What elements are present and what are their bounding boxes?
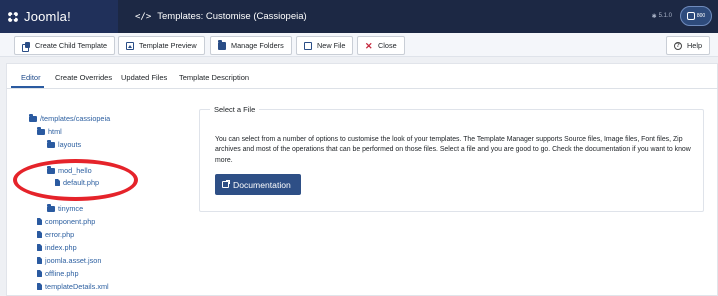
tree-folder-label: html <box>48 127 62 136</box>
folder-icon <box>218 40 226 50</box>
select-file-panel: Select a File You can select from a numb… <box>199 105 704 212</box>
tab-bar: Editor Create Overrides Updated Files Te… <box>7 64 718 89</box>
help-button[interactable]: ? Help <box>666 36 711 55</box>
folder-icon <box>47 140 55 148</box>
file-icon <box>37 218 42 225</box>
tree-folder-html[interactable]: html <box>37 127 62 136</box>
external-link-icon <box>686 12 695 20</box>
tree-file-label: error.php <box>45 230 75 239</box>
file-icon <box>37 283 42 290</box>
page-title-text: Templates: Customise (Cassiopeia) <box>157 11 307 22</box>
code-icon: </> <box>135 11 152 22</box>
close-button[interactable]: ✕ Close <box>357 36 405 55</box>
toolbar: Create Child Template Template Preview M… <box>0 33 718 57</box>
template-preview-button[interactable]: Template Preview <box>118 36 205 55</box>
close-icon: ✕ <box>365 40 373 51</box>
file-icon <box>55 179 60 186</box>
template-editor-card: Editor Create Overrides Updated Files Te… <box>6 63 718 296</box>
manage-folders-button[interactable]: Manage Folders <box>210 36 292 55</box>
file-icon <box>37 244 42 251</box>
new-file-label: New File <box>317 41 346 50</box>
panel-description: You can select from a number of options … <box>215 136 691 164</box>
tree-file-label: index.php <box>45 243 77 252</box>
file-icon <box>304 41 312 50</box>
tree-folder-tinymce[interactable]: tinymce <box>47 204 83 213</box>
tree-file-label: templateDetails.xml <box>45 282 109 291</box>
copy-icon <box>22 41 30 52</box>
tree-folder-label: mod_hello <box>58 166 92 175</box>
tree-folder-label: layouts <box>58 140 82 149</box>
page-title: </> Templates: Customise (Cassiopeia) <box>135 11 307 22</box>
help-icon: ? <box>674 41 682 50</box>
file-icon <box>37 257 42 264</box>
active-tab-indicator <box>11 86 44 88</box>
tree-folder-label: /templates/cassiopeia <box>40 114 111 123</box>
joomla-logo[interactable]: Joomla! <box>0 0 118 33</box>
create-child-label: Create Child Template <box>35 41 108 50</box>
folder-icon <box>29 114 37 122</box>
tree-file-label: component.php <box>45 217 96 226</box>
tree-file-label: offline.php <box>45 269 79 278</box>
version-badge: ✱ 5.1.0 <box>652 13 672 20</box>
tree-file-component-php[interactable]: component.php <box>37 217 95 226</box>
tree-folder-layouts[interactable]: layouts <box>47 140 81 149</box>
joomla-logo-icon <box>8 11 18 22</box>
preview-label: Template Preview <box>139 41 197 50</box>
panel-legend: Select a File <box>210 105 260 114</box>
folder-icon <box>47 166 55 174</box>
tree-folder-root[interactable]: /templates/cassiopeia <box>29 114 110 123</box>
create-child-template-button[interactable]: Create Child Template <box>14 36 116 55</box>
folder-icon <box>47 204 55 212</box>
tab-create-overrides[interactable]: Create Overrides <box>55 73 112 82</box>
tree-folder-mod-hello[interactable]: mod_hello <box>47 166 92 175</box>
documentation-button[interactable]: Documentation <box>215 174 301 195</box>
manage-folders-label: Manage Folders <box>231 41 284 50</box>
help-label: Help <box>687 41 703 50</box>
tree-file-templatedetails-xml[interactable]: templateDetails.xml <box>37 282 109 291</box>
tab-template-description[interactable]: Template Description <box>179 73 249 82</box>
user-label: 800 <box>696 13 706 19</box>
file-icon <box>37 270 42 277</box>
tree-file-label: joomla.asset.json <box>45 256 102 265</box>
folder-icon <box>37 127 45 135</box>
tree-file-error-php[interactable]: error.php <box>37 230 74 239</box>
user-menu-button[interactable]: 800 <box>680 6 712 26</box>
version-text: 5.1.0 <box>658 13 672 19</box>
tree-file-offline-php[interactable]: offline.php <box>37 269 79 278</box>
logo-text: Joomla! <box>24 9 71 24</box>
close-label: Close <box>378 41 397 50</box>
tree-file-joomla-asset-json[interactable]: joomla.asset.json <box>37 256 101 265</box>
tab-editor[interactable]: Editor <box>21 73 41 82</box>
tree-folder-label: tinymce <box>58 204 84 213</box>
joomla-small-icon: ✱ <box>651 13 657 20</box>
file-icon <box>37 231 42 238</box>
tree-file-default-php[interactable]: default.php <box>55 178 99 187</box>
app-header: Joomla! </> Templates: Customise (Cassio… <box>0 0 718 33</box>
new-file-button[interactable]: New File <box>296 36 354 55</box>
documentation-label: Documentation <box>233 179 291 190</box>
image-icon <box>126 41 134 50</box>
external-link-icon <box>222 180 230 188</box>
tree-file-label: default.php <box>63 178 100 187</box>
tree-file-index-php[interactable]: index.php <box>37 243 77 252</box>
tab-updated-files[interactable]: Updated Files <box>121 73 167 82</box>
